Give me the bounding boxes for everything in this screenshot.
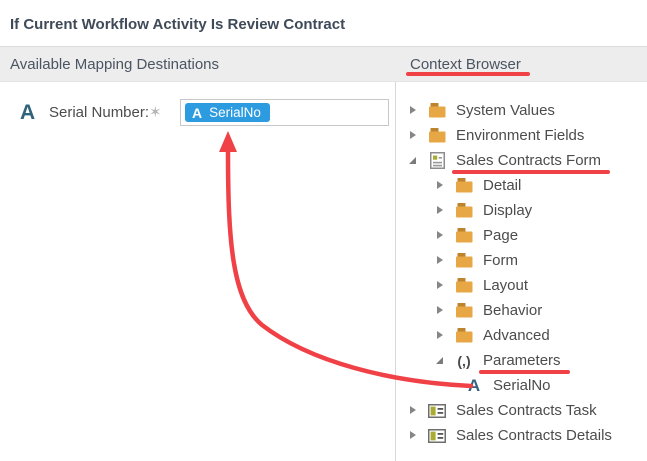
tree-item-label: Page bbox=[483, 227, 519, 244]
tree-item-label: Form bbox=[483, 252, 518, 269]
tree-item-label: Parameters bbox=[479, 352, 570, 374]
folder-icon bbox=[427, 128, 447, 143]
serial-number-input[interactable]: A SerialNo bbox=[180, 99, 389, 126]
tree-item-parameters[interactable]: (,) Parameters bbox=[396, 348, 647, 374]
right-panel-header: Context Browser bbox=[406, 47, 530, 82]
tree-item-label: Sales Contracts Task bbox=[456, 402, 597, 419]
tree-item-form[interactable]: Form bbox=[396, 248, 647, 273]
expand-icon[interactable] bbox=[436, 279, 446, 293]
tree-item-label: Detail bbox=[483, 177, 522, 194]
required-star-icon: ✶ bbox=[149, 104, 162, 121]
expand-icon[interactable] bbox=[436, 304, 446, 318]
expand-icon[interactable] bbox=[436, 254, 446, 268]
mapping-destination-row: A Serial Number: ✶ A SerialNo bbox=[0, 99, 395, 127]
tree-item-serialno[interactable]: A SerialNo bbox=[396, 373, 647, 398]
tree-item-label: System Values bbox=[456, 102, 555, 119]
panel-header-band: Available Mapping Destinations Context B… bbox=[0, 46, 647, 82]
field-label: Serial Number: bbox=[49, 104, 150, 121]
tree-item-environment-fields[interactable]: Environment Fields bbox=[396, 123, 647, 148]
view-icon bbox=[427, 403, 447, 418]
tree-item-label: Advanced bbox=[483, 327, 550, 344]
text-field-type-icon: A bbox=[192, 104, 203, 121]
expand-icon[interactable] bbox=[409, 429, 419, 443]
tree-item-label: Environment Fields bbox=[456, 127, 585, 144]
tree-item-label: Sales Contracts Details bbox=[456, 427, 612, 444]
view-icon bbox=[427, 428, 447, 443]
folder-icon bbox=[427, 103, 447, 118]
tree-item-sales-contracts-form[interactable]: Sales Contracts Form bbox=[396, 148, 647, 174]
tree-item-label: Sales Contracts Form bbox=[451, 152, 611, 174]
folder-icon bbox=[454, 203, 474, 218]
left-panel-header: Available Mapping Destinations bbox=[10, 56, 220, 73]
expand-icon[interactable] bbox=[436, 229, 446, 243]
expand-icon[interactable] bbox=[409, 104, 419, 118]
tree-item-system-values[interactable]: System Values bbox=[396, 98, 647, 123]
chip-label: SerialNo bbox=[209, 105, 261, 120]
text-field-type-icon: A bbox=[20, 101, 36, 124]
tree-item-detail[interactable]: Detail bbox=[396, 173, 647, 198]
tree-item-layout[interactable]: Layout bbox=[396, 273, 647, 298]
tree-item-behavior[interactable]: Behavior bbox=[396, 298, 647, 323]
folder-icon bbox=[454, 278, 474, 293]
page-title: If Current Workflow Activity Is Review C… bbox=[10, 16, 346, 33]
expand-icon[interactable] bbox=[409, 404, 419, 418]
collapse-icon[interactable] bbox=[436, 354, 446, 368]
expand-icon[interactable] bbox=[409, 129, 419, 143]
expand-icon[interactable] bbox=[436, 204, 446, 218]
folder-icon bbox=[454, 178, 474, 193]
collapse-icon[interactable] bbox=[409, 154, 419, 168]
folder-icon bbox=[454, 303, 474, 318]
tree-item-label: Layout bbox=[483, 277, 529, 294]
field-a-icon: A bbox=[467, 375, 481, 395]
tree-item-label: Behavior bbox=[483, 302, 543, 319]
tree-item-display[interactable]: Display bbox=[396, 198, 647, 223]
tree-item-advanced[interactable]: Advanced bbox=[396, 323, 647, 348]
expand-icon[interactable] bbox=[436, 179, 446, 193]
tree-item-label: Display bbox=[483, 202, 533, 219]
serialno-mapping-chip[interactable]: A SerialNo bbox=[185, 103, 270, 122]
folder-icon bbox=[454, 253, 474, 268]
expand-icon[interactable] bbox=[436, 329, 446, 343]
parameters-icon: (,) bbox=[457, 352, 471, 369]
folder-icon bbox=[454, 228, 474, 243]
tree-item-sales-contracts-task[interactable]: Sales Contracts Task bbox=[396, 398, 647, 423]
tree-item-sales-contracts-details[interactable]: Sales Contracts Details bbox=[396, 423, 647, 448]
folder-icon bbox=[454, 328, 474, 343]
tree-item-page[interactable]: Page bbox=[396, 223, 647, 248]
context-browser-tree: System Values Environment Fields Sales Con… bbox=[396, 98, 647, 448]
form-icon bbox=[427, 152, 447, 169]
tree-item-label: SerialNo bbox=[493, 377, 551, 394]
